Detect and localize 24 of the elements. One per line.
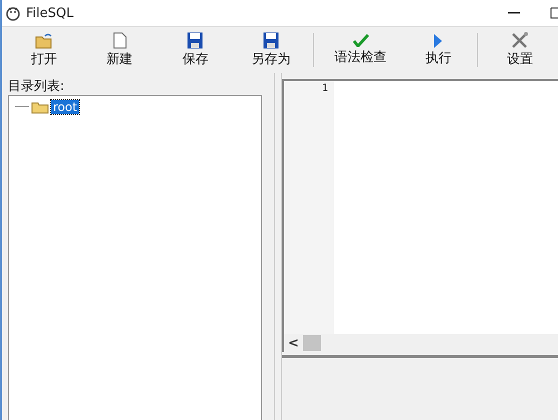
toolbar-button[interactable]: 设置 (482, 27, 558, 73)
toolbar-button[interactable]: 语法检查 (318, 27, 404, 73)
app-logo-icon (6, 5, 20, 21)
minimize-icon[interactable] (508, 12, 520, 14)
toolbar-button[interactable]: 执行 (404, 27, 474, 73)
open-folder-icon (34, 32, 53, 48)
maximize-icon[interactable] (550, 7, 558, 19)
toolbar-button[interactable]: 另存为 (233, 27, 309, 73)
document-icon (112, 32, 127, 49)
tree-item[interactable]: root (51, 100, 80, 114)
play-icon (434, 34, 442, 48)
code-editor[interactable]: 1 < (282, 79, 558, 352)
tree-line (15, 106, 29, 108)
checkmark-icon (352, 34, 369, 47)
toolbar-button[interactable]: 打开 (6, 27, 82, 73)
sidebar-title: 目录列表: (8, 78, 66, 95)
toolbar-button[interactable]: 保存 (157, 27, 234, 73)
window-title: FileSQL (26, 6, 74, 20)
line-number: 1 (322, 83, 328, 94)
folder-icon (31, 100, 49, 114)
horizontal-scrollbar[interactable]: < (284, 334, 558, 352)
scroll-left-button[interactable]: < (288, 336, 299, 350)
toolbar-button[interactable]: 新建 (82, 27, 158, 73)
scroll-thumb[interactable] (302, 335, 321, 351)
